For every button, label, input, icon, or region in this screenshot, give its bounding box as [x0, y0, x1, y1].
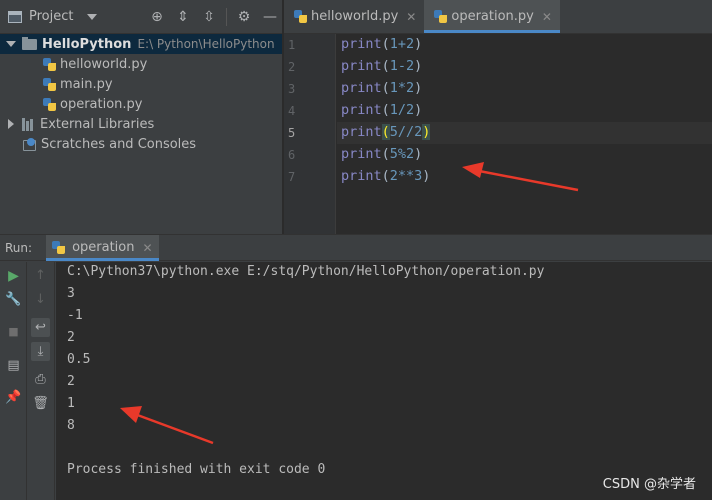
tab-label: helloworld.py	[311, 9, 399, 24]
line-number-gutter: 1 2 3 4 5 6 7	[284, 34, 336, 234]
close-icon[interactable]: ✕	[406, 10, 416, 24]
chevron-down-icon[interactable]	[6, 41, 16, 47]
python-file-icon	[43, 57, 56, 71]
chevron-right-icon[interactable]	[8, 119, 14, 129]
tree-item-main[interactable]: main.py	[0, 74, 282, 94]
python-file-icon	[52, 241, 66, 254]
console-exit-message: Process finished with exit code 0	[67, 462, 326, 477]
tree-item-operation[interactable]: operation.py	[0, 94, 282, 114]
collapse-all-icon[interactable]: ⇳	[200, 8, 218, 26]
tree-item-root[interactable]: HelloPython E:\ Python\HelloPython	[0, 34, 282, 54]
tree-item-label: operation.py	[60, 96, 143, 112]
hide-panel-icon[interactable]: —	[261, 8, 279, 26]
arrow-up-icon[interactable]: ↑	[31, 266, 50, 285]
run-actions-strip: ▶ 🔧 ■ ▤ 📌	[0, 262, 27, 500]
chevron-down-icon[interactable]	[87, 13, 98, 20]
editor-tabs: helloworld.py ✕ operation.py ✕	[284, 0, 712, 34]
tree-item-label: main.py	[60, 76, 113, 92]
code-line[interactable]: print(1*2)	[341, 80, 422, 96]
scroll-to-end-icon[interactable]: ⤓	[31, 342, 50, 361]
python-file-icon	[43, 77, 56, 91]
python-file-icon	[294, 10, 307, 23]
close-icon[interactable]: ✕	[142, 241, 152, 255]
line-number: 3	[288, 82, 296, 96]
project-toolbar: ⊕ ⇕ ⇳ ⚙ —	[148, 8, 279, 26]
console-output-line: 2	[67, 374, 75, 389]
tree-root-path: E:\ Python\HelloPython	[137, 37, 275, 51]
console-output-line: 3	[67, 286, 75, 301]
tree-item-external-libraries[interactable]: External Libraries	[0, 114, 282, 134]
close-icon[interactable]: ✕	[542, 10, 552, 24]
run-header: Run: operation ✕	[0, 234, 712, 261]
console-command: C:\Python37\python.exe E:/stq/Python/Hel…	[67, 264, 545, 279]
project-icon	[8, 10, 22, 23]
watermark: CSDN @杂学者	[602, 477, 696, 492]
project-tool-window: Project ⊕ ⇕ ⇳ ⚙ — HelloPython E:\ Python…	[0, 0, 283, 234]
soft-wrap-icon[interactable]: ↩	[31, 318, 50, 337]
code-area[interactable]: print(1+2) print(1-2) print(1*2) print(1…	[337, 34, 712, 234]
line-number: 2	[288, 60, 296, 74]
tree-item-label: External Libraries	[40, 116, 155, 132]
run-tool-window: Run: operation ✕ ▶ 🔧 ■ ▤ 📌 ↑ ↓ ↩ ⤓ ⎙ 🗑 C…	[0, 234, 712, 500]
line-number: 5	[288, 126, 296, 140]
project-header: Project ⊕ ⇕ ⇳ ⚙ —	[0, 0, 282, 34]
tab-operation[interactable]: operation.py ✕	[424, 0, 560, 33]
console-output-line: 2	[67, 330, 75, 345]
tree-root-name: HelloPython	[42, 36, 132, 52]
console-output-line: -1	[67, 308, 83, 323]
tree-item-scratches[interactable]: Scratches and Consoles	[0, 134, 282, 154]
code-editor: helloworld.py ✕ operation.py ✕ 1 2 3 4 5…	[284, 0, 712, 234]
gear-icon[interactable]: ⚙	[235, 8, 253, 26]
console-actions-strip: ↑ ↓ ↩ ⤓ ⎙ 🗑	[27, 262, 55, 500]
trash-icon[interactable]: 🗑	[31, 394, 50, 413]
project-view-selector[interactable]: Project	[29, 9, 73, 24]
console-output[interactable]: C:\Python37\python.exe E:/stq/Python/Hel…	[56, 262, 712, 500]
code-line[interactable]: print(1/2)	[341, 102, 422, 118]
run-tab-label: operation	[72, 240, 135, 255]
arrow-down-icon[interactable]: ↓	[31, 290, 50, 309]
run-label: Run:	[5, 240, 33, 255]
scratches-icon	[22, 137, 36, 151]
expand-all-icon[interactable]: ⇕	[174, 8, 192, 26]
line-number: 4	[288, 104, 296, 118]
layout-icon[interactable]: ▤	[4, 356, 23, 375]
project-tree: HelloPython E:\ Python\HelloPython hello…	[0, 34, 282, 154]
locate-target-icon[interactable]: ⊕	[148, 8, 166, 26]
line-number: 1	[288, 38, 296, 52]
rerun-icon[interactable]: ▶	[4, 266, 23, 285]
run-tab-operation[interactable]: operation ✕	[46, 234, 160, 261]
line-number: 6	[288, 148, 296, 162]
line-number: 7	[288, 170, 296, 184]
tree-item-label: helloworld.py	[60, 56, 148, 72]
console-output-line: 8	[67, 418, 75, 433]
python-file-icon	[43, 97, 56, 111]
code-line[interactable]: print(2**3)	[341, 168, 430, 184]
library-icon	[22, 117, 35, 131]
console-output-line: 0.5	[67, 352, 91, 367]
stop-icon[interactable]: ■	[4, 322, 23, 341]
toolbar-divider	[226, 8, 227, 26]
tab-label: operation.py	[451, 9, 534, 24]
wrench-icon[interactable]: 🔧	[4, 290, 23, 309]
code-line[interactable]: print(5//2)	[341, 124, 431, 140]
pin-icon[interactable]: 📌	[4, 388, 23, 407]
folder-icon	[22, 36, 37, 50]
tree-item-label: Scratches and Consoles	[41, 136, 197, 152]
python-file-icon	[434, 10, 448, 23]
tree-item-helloworld[interactable]: helloworld.py	[0, 54, 282, 74]
code-line[interactable]: print(1+2)	[341, 36, 422, 52]
console-output-line: 1	[67, 396, 75, 411]
code-line[interactable]: print(5%2)	[341, 146, 422, 162]
print-icon[interactable]: ⎙	[31, 370, 50, 389]
code-line[interactable]: print(1-2)	[341, 58, 422, 74]
tab-helloworld[interactable]: helloworld.py ✕	[284, 0, 424, 33]
